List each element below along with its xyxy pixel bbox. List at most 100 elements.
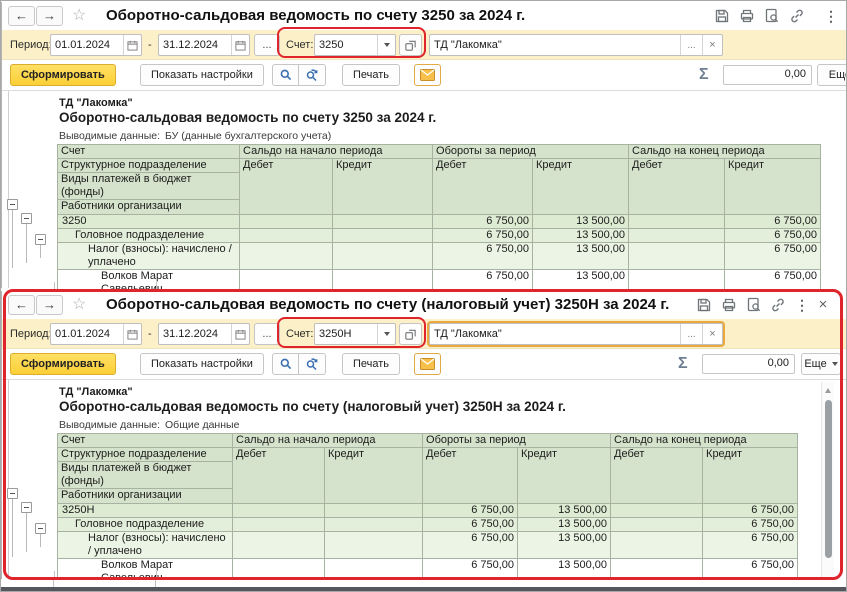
report-cell[interactable]: 13 500,00: [533, 215, 629, 229]
preview-icon[interactable]: [746, 297, 762, 313]
report-cell[interactable]: [325, 518, 423, 532]
account-field[interactable]: 3250: [314, 34, 396, 56]
report-cell[interactable]: [333, 243, 433, 270]
report-cell[interactable]: [233, 518, 325, 532]
report-cell[interactable]: 13 500,00: [533, 243, 629, 270]
sum-value-field[interactable]: 0,00: [702, 354, 795, 374]
report-cell[interactable]: 13 500,00: [518, 518, 611, 532]
calendar-icon[interactable]: [231, 35, 249, 55]
back-button[interactable]: ←: [8, 6, 35, 26]
print-icon[interactable]: [739, 8, 755, 24]
period-options-button[interactable]: ...: [254, 34, 280, 56]
report-cell[interactable]: [333, 229, 433, 243]
date-to-field[interactable]: 31.12.2024: [158, 323, 250, 345]
report-cell[interactable]: 6 750,00: [423, 518, 518, 532]
choose-organization-button[interactable]: ...: [680, 324, 702, 344]
report-cell[interactable]: [629, 215, 725, 229]
save-icon[interactable]: [714, 8, 730, 24]
clear-organization-icon[interactable]: ×: [702, 324, 722, 344]
generate-button[interactable]: Сформировать: [10, 64, 116, 86]
collapse-group-icon[interactable]: [7, 199, 18, 210]
print-button[interactable]: Печать: [342, 353, 400, 375]
favorite-star-icon[interactable]: ☆: [72, 6, 86, 26]
collapse-group-icon[interactable]: [7, 488, 18, 499]
report-cell[interactable]: [325, 532, 423, 559]
link-icon[interactable]: [770, 297, 786, 313]
collapse-group-icon[interactable]: [21, 502, 32, 513]
report-cell[interactable]: 6 750,00: [703, 504, 798, 518]
report-cell[interactable]: 6 750,00: [433, 215, 533, 229]
report-cell[interactable]: [333, 215, 433, 229]
calendar-icon[interactable]: [123, 35, 141, 55]
scrollbar-thumb[interactable]: [825, 400, 832, 558]
account-field[interactable]: 3250Н: [314, 323, 396, 345]
period-options-button[interactable]: ...: [254, 323, 280, 345]
calendar-icon[interactable]: [231, 324, 249, 344]
report-cell[interactable]: 6 750,00: [725, 215, 821, 229]
report-cell[interactable]: 6 750,00: [725, 243, 821, 270]
more-button[interactable]: Еще: [817, 64, 847, 86]
report-cell[interactable]: [629, 243, 725, 270]
report-cell[interactable]: 6 750,00: [433, 243, 533, 270]
calendar-icon[interactable]: [123, 324, 141, 344]
more-button[interactable]: Еще: [801, 353, 841, 375]
report-cell[interactable]: [611, 504, 703, 518]
search-button[interactable]: [272, 353, 299, 375]
back-button[interactable]: ←: [8, 295, 35, 315]
preview-icon[interactable]: [764, 8, 780, 24]
report-cell[interactable]: 6 750,00: [423, 532, 518, 559]
choose-organization-button[interactable]: ...: [680, 35, 702, 55]
link-icon[interactable]: [789, 8, 805, 24]
report-cell[interactable]: [611, 532, 703, 559]
date-from-field[interactable]: 01.01.2024: [50, 34, 142, 56]
forward-button[interactable]: →: [36, 6, 63, 26]
report-cell[interactable]: [240, 243, 333, 270]
collapse-group-icon[interactable]: [35, 523, 46, 534]
collapse-group-icon[interactable]: [35, 234, 46, 245]
dropdown-arrow-icon[interactable]: [377, 324, 395, 344]
report-row-label[interactable]: Налог (взносы): начислено / уплачено: [58, 243, 240, 270]
collapse-group-icon[interactable]: [21, 213, 32, 224]
report-cell[interactable]: 13 500,00: [518, 532, 611, 559]
report-row-label[interactable]: 3250Н: [58, 504, 233, 518]
close-icon[interactable]: ×: [817, 297, 829, 313]
show-settings-button[interactable]: Показать настройки: [140, 353, 264, 375]
more-vertical-icon[interactable]: ⋮: [795, 297, 805, 313]
report-cell[interactable]: [611, 518, 703, 532]
forward-button[interactable]: →: [36, 295, 63, 315]
organization-field[interactable]: ТД "Лакомка" ... ×: [429, 34, 723, 56]
report-cell[interactable]: 6 750,00: [703, 532, 798, 559]
search-repeat-button[interactable]: [299, 64, 326, 86]
scroll-up-icon[interactable]: [825, 388, 831, 393]
report-cell[interactable]: 13 500,00: [533, 229, 629, 243]
email-button[interactable]: [414, 64, 441, 86]
search-repeat-button[interactable]: [299, 353, 326, 375]
open-account-button[interactable]: [399, 323, 422, 345]
organization-field[interactable]: ТД "Лакомка" ... ×: [429, 323, 723, 345]
open-account-button[interactable]: [399, 34, 422, 56]
report-cell[interactable]: [233, 504, 325, 518]
search-button[interactable]: [272, 64, 299, 86]
email-button[interactable]: [414, 353, 441, 375]
report-row-label[interactable]: Налог (взносы): начислено / уплачено: [58, 532, 233, 559]
report-cell[interactable]: 6 750,00: [725, 229, 821, 243]
report-row-label[interactable]: 3250: [58, 215, 240, 229]
clear-organization-icon[interactable]: ×: [702, 35, 722, 55]
report-cell[interactable]: 13 500,00: [518, 504, 611, 518]
save-icon[interactable]: [696, 297, 712, 313]
favorite-star-icon[interactable]: ☆: [72, 295, 86, 315]
print-button[interactable]: Печать: [342, 64, 400, 86]
report-cell[interactable]: 6 750,00: [703, 518, 798, 532]
generate-button[interactable]: Сформировать: [10, 353, 116, 375]
report-cell[interactable]: [240, 215, 333, 229]
report-cell[interactable]: 6 750,00: [423, 504, 518, 518]
report-cell[interactable]: 6 750,00: [433, 229, 533, 243]
report-cell[interactable]: [240, 229, 333, 243]
sum-value-field[interactable]: 0,00: [723, 65, 812, 85]
date-to-field[interactable]: 31.12.2024: [158, 34, 250, 56]
date-from-field[interactable]: 01.01.2024: [50, 323, 142, 345]
report-row-label[interactable]: Головное подразделение: [58, 229, 240, 243]
more-vertical-icon[interactable]: ⋮: [824, 8, 834, 24]
dropdown-arrow-icon[interactable]: [377, 35, 395, 55]
print-icon[interactable]: [721, 297, 737, 313]
